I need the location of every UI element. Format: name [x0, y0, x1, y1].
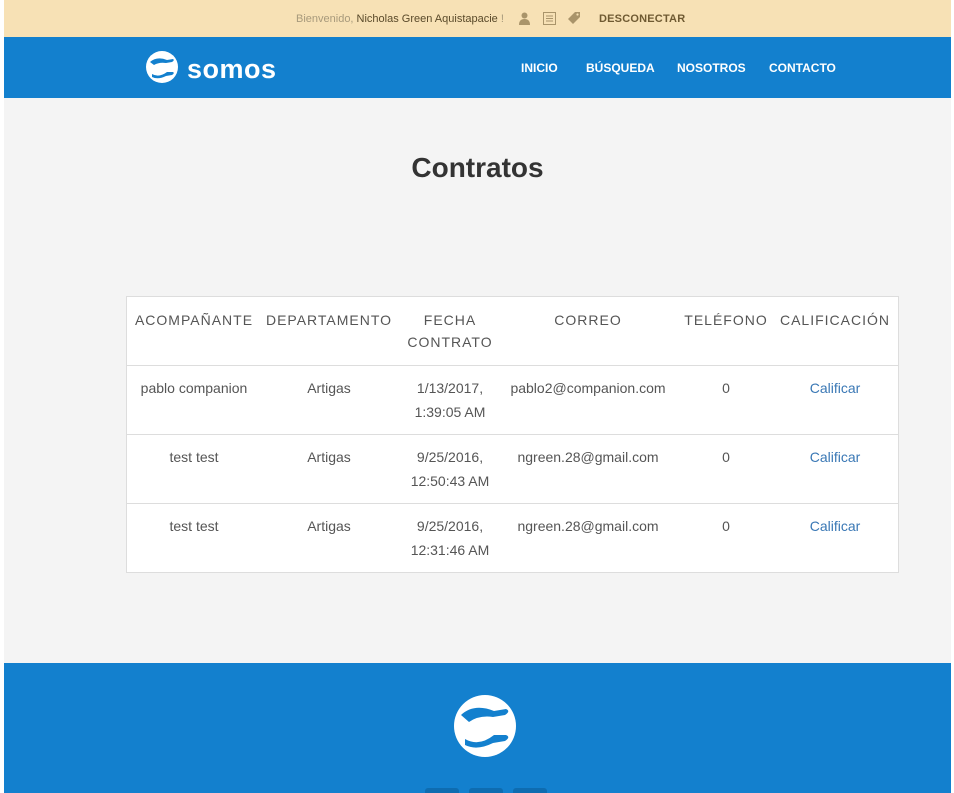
nav-busqueda[interactable]: BÚSQUEDA — [586, 61, 655, 75]
site-footer — [4, 663, 951, 793]
table-row: pablo companion Artigas 1/13/2017, 1:39:… — [127, 365, 898, 434]
rate-link[interactable]: Calificar — [779, 376, 891, 400]
column-header-phone: TELÉFONO — [684, 312, 768, 328]
column-header-department: DEPARTAMENTO — [265, 312, 393, 328]
cell-companion: test test — [169, 449, 219, 465]
table-row: test test Artigas 9/25/2016, 12:50:43 AM… — [127, 434, 898, 503]
nav-inicio[interactable]: INICIO — [521, 61, 558, 75]
brand-name: somos — [187, 54, 277, 84]
cell-contract-date: 9/25/2016, 12:31:46 AM — [400, 514, 500, 562]
social-button[interactable] — [425, 788, 459, 793]
page-title: Contratos — [411, 152, 544, 183]
cell-department: Artigas — [307, 518, 351, 534]
cell-email: ngreen.28@gmail.com — [517, 449, 659, 465]
cell-phone: 0 — [722, 518, 730, 534]
rate-link[interactable]: Calificar — [779, 514, 891, 538]
cell-contract-date: 9/25/2016, 12:50:43 AM — [400, 445, 500, 493]
column-header-companion: ACOMPAÑANTE — [134, 312, 254, 328]
list-icon[interactable] — [541, 10, 557, 26]
nav-nosotros[interactable]: NOSOTROS — [677, 61, 746, 75]
contracts-table: ACOMPAÑANTE DEPARTAMENTO FECHA CONTRATO … — [126, 296, 899, 573]
cell-time: 12:50:43 AM — [410, 473, 490, 489]
user-icon[interactable] — [516, 10, 532, 26]
site-header: somos INICIO BÚSQUEDA NOSOTROS CONTACTO — [4, 37, 951, 98]
cell-date: 9/25/2016, — [416, 518, 484, 534]
cell-email: ngreen.28@gmail.com — [517, 518, 659, 534]
cell-department: Artigas — [307, 449, 351, 465]
hug-logo-icon — [145, 50, 179, 89]
user-name: Nicholas Green Aquistapacie — [356, 13, 498, 25]
footer-logo-icon — [452, 693, 518, 764]
cell-date: 1/13/2017, — [416, 380, 484, 396]
cell-time: 1:39:05 AM — [414, 404, 486, 420]
top-bar: Bienvenido, Nicholas Green Aquistapacie … — [4, 0, 951, 37]
rate-link[interactable]: Calificar — [779, 445, 891, 469]
cell-contract-date: 1/13/2017, 1:39:05 AM — [400, 376, 500, 424]
logout-link[interactable]: DESCONECTAR — [599, 13, 685, 25]
cell-companion: pablo companion — [140, 380, 248, 396]
social-button[interactable] — [469, 788, 503, 793]
table-row: test test Artigas 9/25/2016, 12:31:46 AM… — [127, 503, 898, 572]
tag-icon[interactable] — [566, 10, 582, 26]
nav-contacto[interactable]: CONTACTO — [769, 61, 836, 75]
cell-companion: test test — [169, 518, 219, 534]
cell-time: 12:31:46 AM — [410, 542, 490, 558]
welcome-message: Bienvenido, Nicholas Green Aquistapacie … — [296, 13, 504, 25]
page: Bienvenido, Nicholas Green Aquistapacie … — [4, 0, 951, 793]
column-header-contract-date: FECHA CONTRATO — [407, 312, 493, 350]
cell-phone: 0 — [722, 380, 730, 396]
column-header-rating: CALIFICACIÓN — [779, 312, 890, 328]
social-button[interactable] — [513, 788, 547, 793]
cell-date: 9/25/2016, — [416, 449, 484, 465]
cell-email: pablo2@companion.com — [510, 380, 666, 396]
cell-phone: 0 — [722, 449, 730, 465]
column-header-email: CORREO — [554, 312, 622, 328]
cell-department: Artigas — [307, 380, 351, 396]
logo[interactable]: somos — [145, 50, 277, 89]
